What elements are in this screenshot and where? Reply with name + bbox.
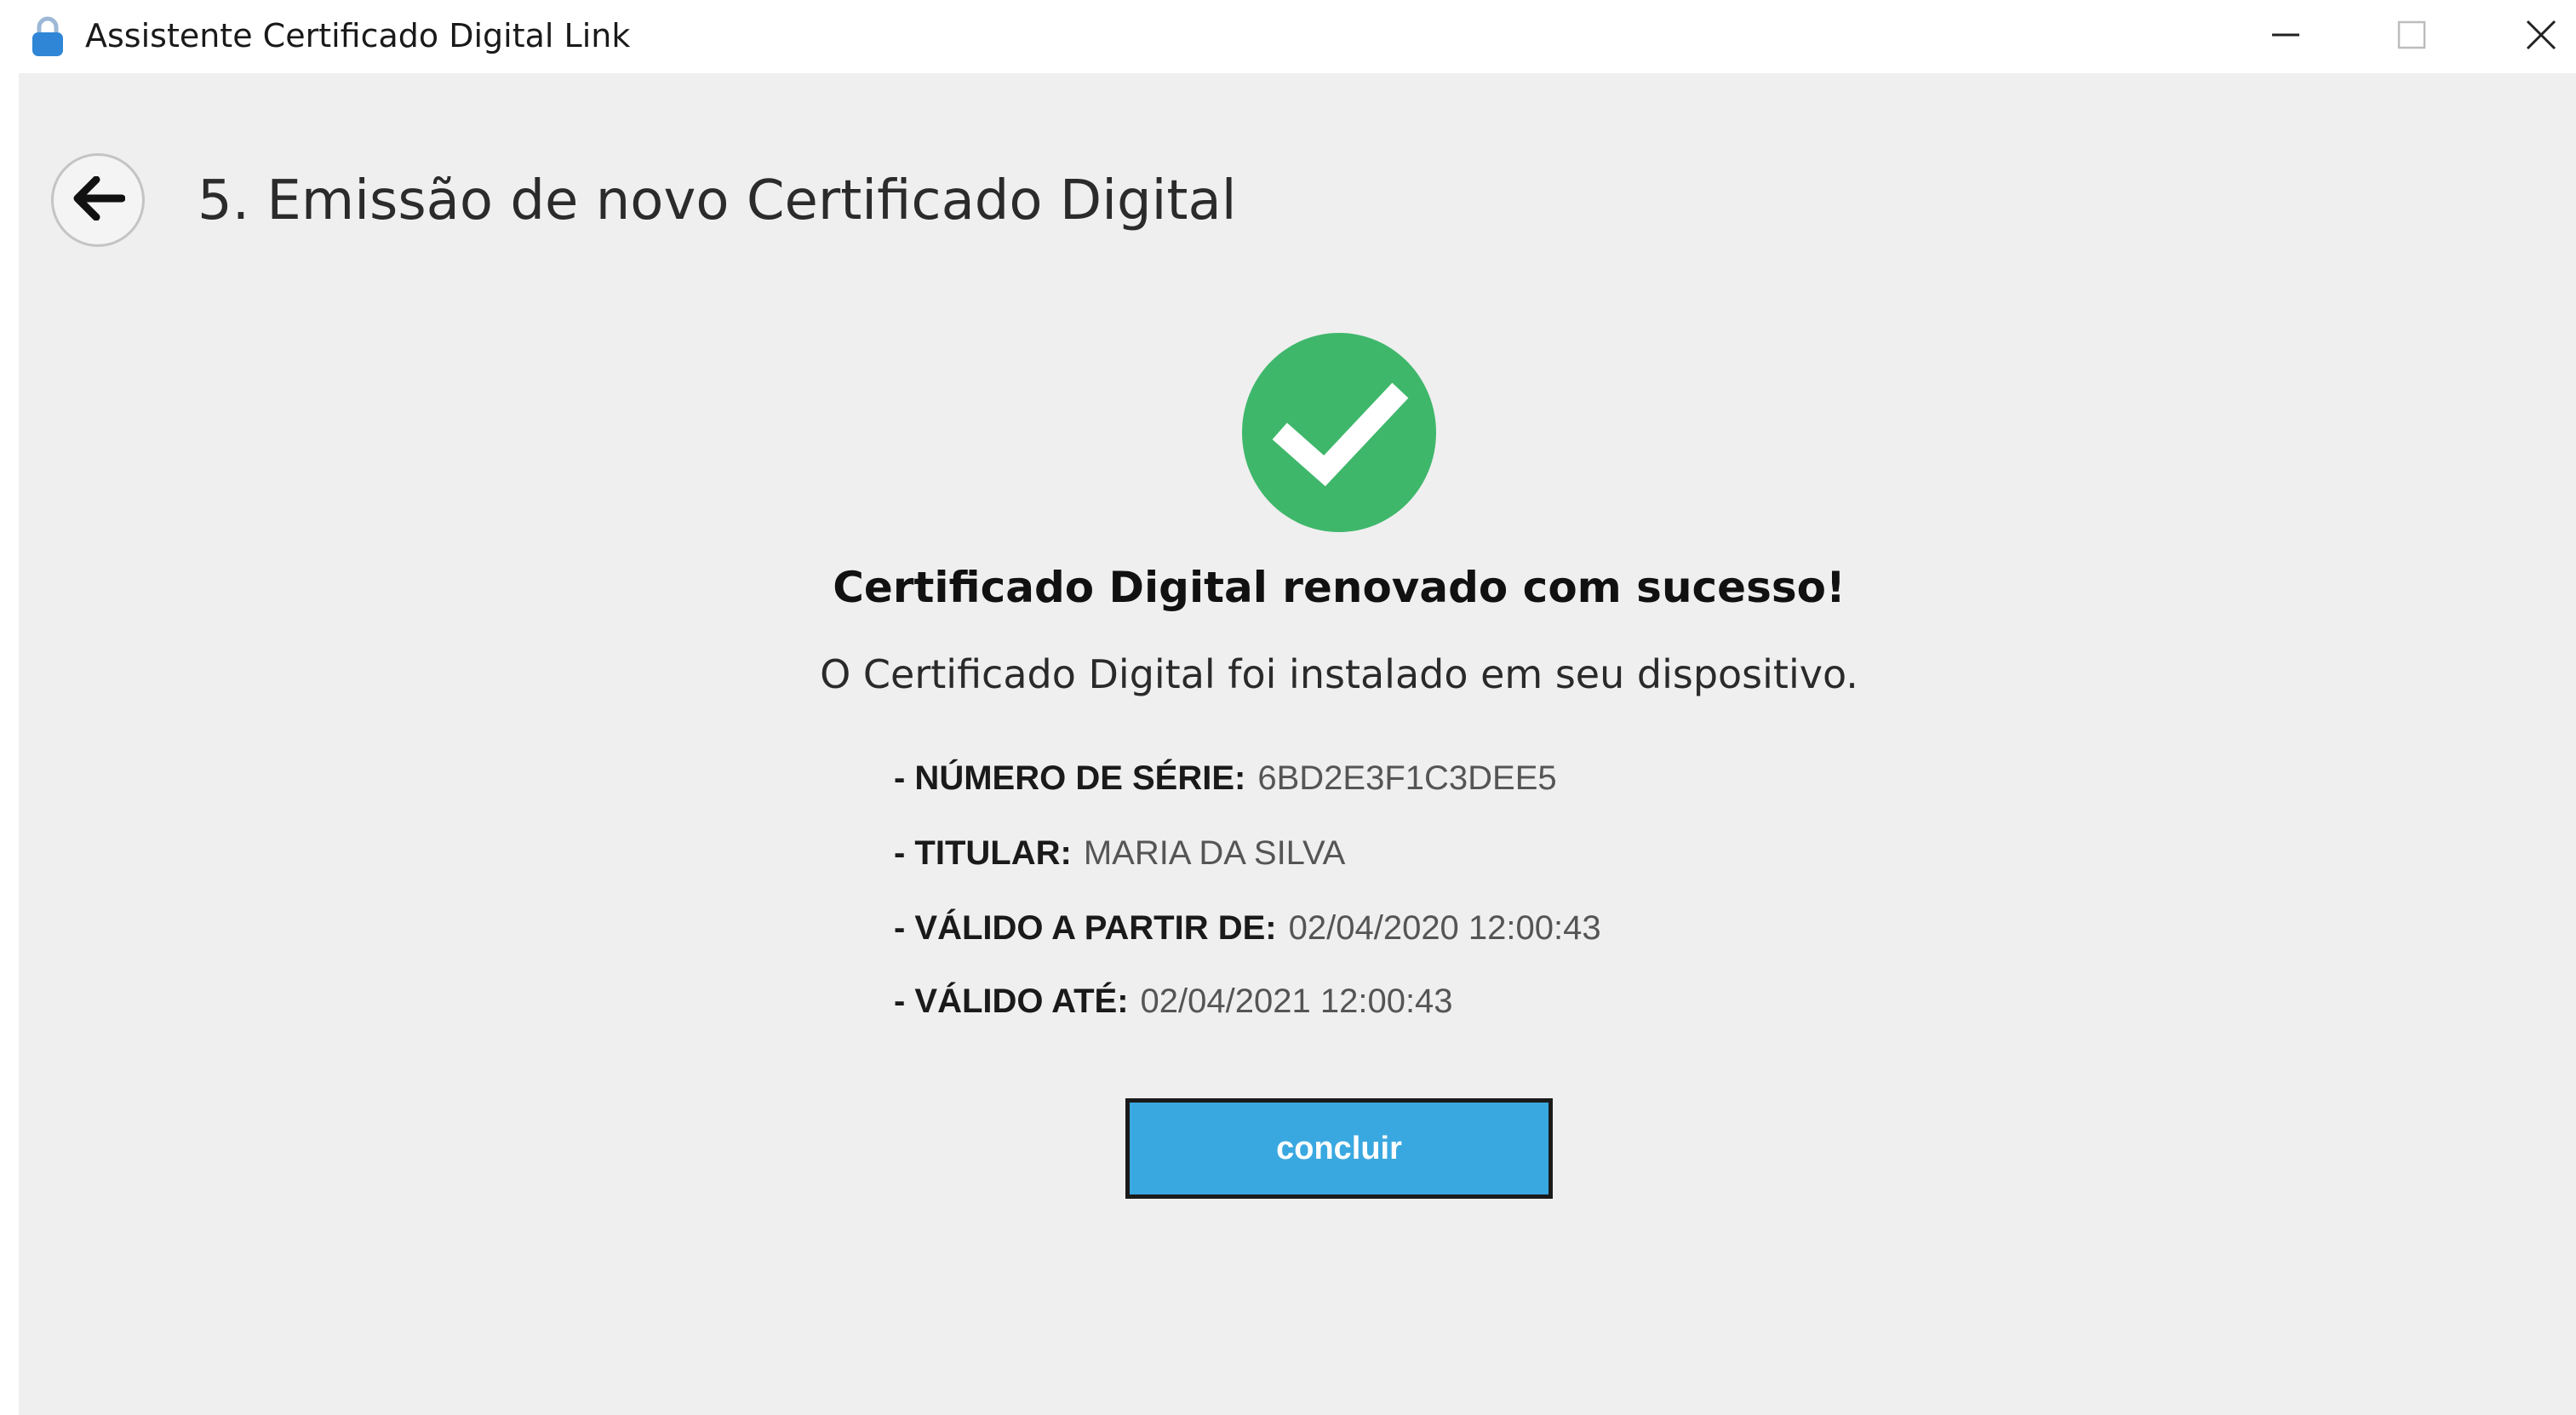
detail-value: MARIA DA SILVA [1083, 834, 1346, 872]
detail-value: 02/04/2021 12:00:43 [1140, 982, 1453, 1020]
detail-holder: - TITULAR: MARIA DA SILVA [894, 829, 1345, 877]
detail-label: - VÁLIDO ATÉ: [894, 982, 1129, 1020]
app-window: Assistente Certificado Digital Link 5. E… [0, 0, 2576, 1415]
success-message: O Certificado Digital foi instalado em s… [820, 651, 1858, 697]
maximize-button[interactable] [2373, 9, 2450, 65]
page-title: 5. Emissão de novo Certificado Digital [197, 169, 1237, 232]
success-heading: Certificado Digital renovado com sucesso… [833, 563, 1846, 612]
content-area [19, 73, 2576, 1415]
detail-value: 6BD2E3F1C3DEE5 [1257, 759, 1557, 797]
minimize-button[interactable] [2247, 9, 2324, 65]
detail-value: 02/04/2020 12:00:43 [1288, 909, 1601, 947]
close-button[interactable] [2503, 9, 2576, 65]
conclude-button[interactable]: concluir [1125, 1098, 1553, 1199]
check-circle-icon [1241, 332, 1437, 533]
window-edge [0, 73, 19, 1415]
detail-valid-until: - VÁLIDO ATÉ: 02/04/2021 12:00:43 [894, 977, 1453, 1025]
back-button[interactable] [51, 153, 145, 247]
detail-label: - VÁLIDO A PARTIR DE: [894, 909, 1277, 947]
lock-icon [31, 15, 65, 58]
detail-valid-from: - VÁLIDO A PARTIR DE: 02/04/2020 12:00:43 [894, 904, 1601, 952]
detail-serial: - NÚMERO DE SÉRIE: 6BD2E3F1C3DEE5 [894, 754, 1557, 802]
detail-label: - NÚMERO DE SÉRIE: [894, 759, 1246, 797]
detail-label: - TITULAR: [894, 834, 1072, 872]
window-title: Assistente Certificado Digital Link [85, 17, 631, 54]
minimize-icon [2270, 20, 2301, 54]
arrow-left-icon [71, 175, 126, 225]
title-bar: Assistente Certificado Digital Link [0, 0, 2576, 73]
close-icon [2525, 19, 2557, 55]
maximize-icon [2396, 20, 2427, 54]
